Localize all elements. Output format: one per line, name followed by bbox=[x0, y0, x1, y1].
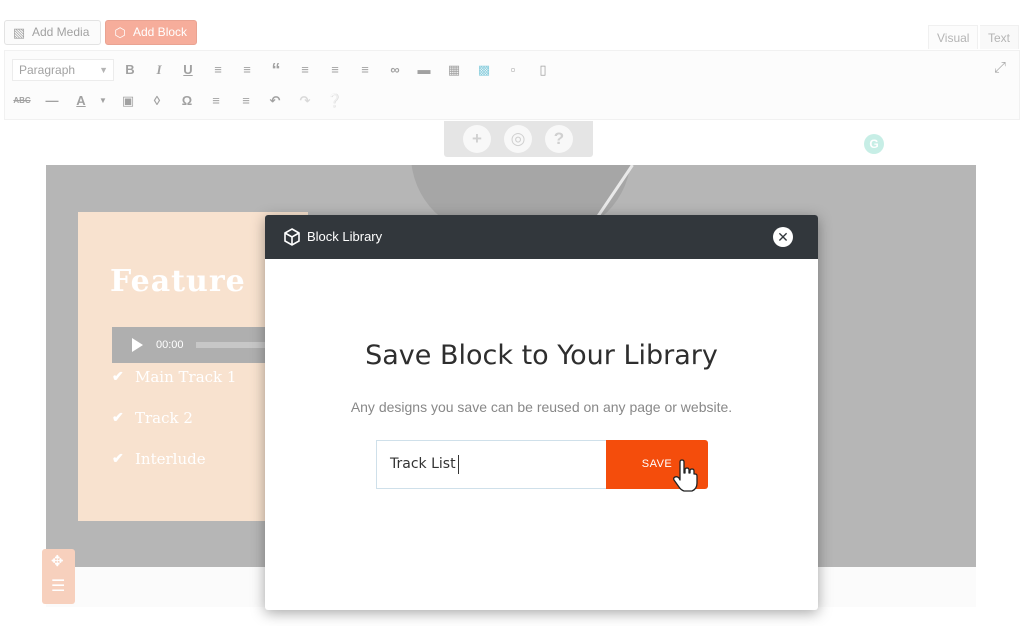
block-library-modal: Block Library ✕ Save Block to Your Libra… bbox=[265, 215, 818, 610]
block-name-value: Track List bbox=[390, 456, 456, 472]
close-button[interactable]: ✕ bbox=[773, 227, 793, 247]
modal-header: Block Library ✕ bbox=[265, 215, 818, 259]
hand-cursor-icon bbox=[673, 459, 698, 492]
close-icon: ✕ bbox=[777, 229, 789, 245]
save-heading: Save Block to Your Library bbox=[365, 340, 718, 371]
cube-icon bbox=[284, 228, 300, 246]
modal-title: Block Library bbox=[307, 229, 383, 244]
save-subtitle: Any designs you save can be reused on an… bbox=[350, 399, 733, 415]
text-caret bbox=[458, 455, 459, 474]
block-name-input[interactable]: Track List bbox=[376, 440, 607, 489]
